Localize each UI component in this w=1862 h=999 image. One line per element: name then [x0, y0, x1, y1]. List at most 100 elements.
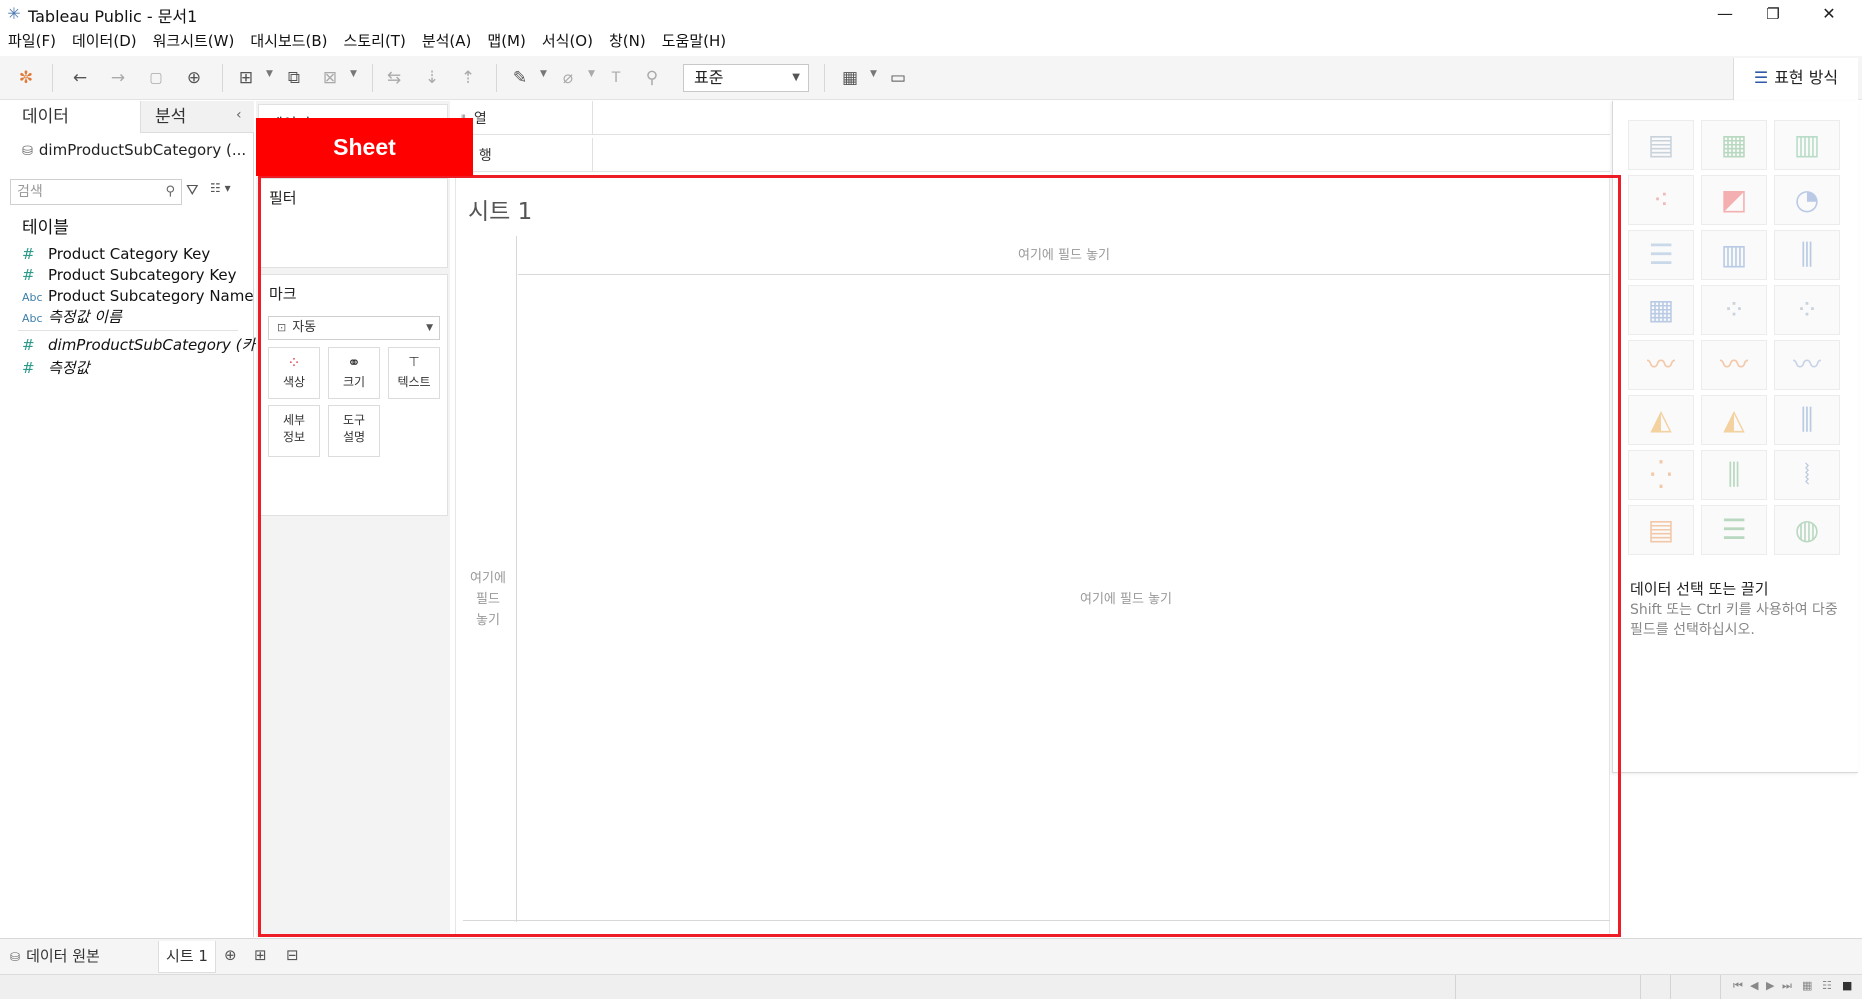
tab-data[interactable]: 데이터: [0, 101, 140, 133]
menu-story[interactable]: 스토리(T): [336, 28, 414, 54]
show-tabs-icon[interactable]: ■: [1842, 979, 1852, 992]
field-name: 측정값 이름: [48, 308, 122, 326]
chevron-down-icon[interactable]: ▼: [540, 69, 547, 79]
show-sheet-sorter-icon[interactable]: ☷: [1822, 979, 1832, 992]
new-worksheet-icon[interactable]: ⊞: [234, 67, 258, 89]
fix-axes-icon[interactable]: ⚲: [640, 67, 664, 89]
chart-type-filled-map-icon[interactable]: ◩: [1701, 175, 1767, 225]
undo-icon[interactable]: ←: [68, 67, 92, 89]
window-title: Tableau Public - 문서1: [28, 7, 198, 26]
show-filmstrip-icon[interactable]: ▦: [1802, 979, 1812, 992]
new-dashboard-icon[interactable]: ⊞: [254, 946, 267, 964]
chart-type-discrete-lines-icon[interactable]: 〰: [1701, 340, 1767, 390]
menu-analysis[interactable]: 분석(A): [414, 28, 480, 54]
chart-type-packed-bubbles-icon[interactable]: ◍: [1774, 505, 1840, 555]
new-worksheet-icon[interactable]: ⊕: [224, 946, 237, 964]
menu-map[interactable]: 맵(M): [479, 28, 533, 54]
chart-type-highlight-table-icon[interactable]: ▥: [1774, 120, 1840, 170]
rows-label-text: 행: [478, 148, 492, 164]
chevron-down-icon[interactable]: ▼: [266, 69, 273, 79]
menu-format[interactable]: 서식(O): [534, 28, 601, 54]
chart-type-bullet-graph-icon[interactable]: ☰: [1701, 505, 1767, 555]
chevron-down-icon[interactable]: ▼: [588, 69, 595, 79]
status-divider: [1640, 975, 1641, 999]
next-sheet-icon[interactable]: ▶: [1766, 979, 1774, 992]
search-input[interactable]: 검색 ⚲: [10, 179, 182, 205]
fit-select-value: 표준: [694, 68, 724, 87]
sort-ascending-icon[interactable]: ⇣: [420, 67, 444, 89]
toolbar-divider: [52, 64, 53, 92]
toolbar: ✼ ← → ▢ ⊕ ⊞ ▼ ⧉ ⊠ ▼ ⇆ ⇣ ⇡ ✎ ▼ ⌀ ▼ T ⚲ 표준…: [0, 56, 1862, 100]
chart-type-horizontal-bars-icon[interactable]: ☰: [1628, 230, 1694, 280]
duplicate-sheet-icon[interactable]: ⧉: [282, 67, 306, 89]
highlight-icon[interactable]: ✎: [508, 67, 532, 89]
chart-type-dual-lines-icon[interactable]: 〰: [1774, 340, 1840, 390]
chart-type-box-and-whisker-icon[interactable]: ⦚: [1774, 450, 1840, 500]
field-item[interactable]: # dimProductSubCategory (카...: [22, 333, 270, 357]
menu-file[interactable]: 파일(F): [0, 28, 64, 54]
chart-type-side-by-side-bars-icon[interactable]: ⫼: [1774, 230, 1840, 280]
new-datasource-icon[interactable]: ⊕: [182, 67, 206, 89]
minimize-button[interactable]: —: [1702, 0, 1748, 28]
swap-rows-columns-icon[interactable]: ⇆: [382, 67, 406, 89]
field-name: Product Subcategory Name: [48, 287, 254, 305]
view-options-icon[interactable]: ☷ ▾: [210, 181, 231, 195]
show-me-hint: Shift 또는 Ctrl 키를 사용하여 다중 필드를 선택하십시오.: [1630, 602, 1838, 638]
field-item[interactable]: # 측정값: [22, 356, 89, 380]
fit-select[interactable]: 표준 ▼: [683, 64, 809, 92]
field-item[interactable]: Abc 측정값 이름: [22, 305, 122, 329]
redo-icon[interactable]: →: [106, 67, 130, 89]
last-sheet-icon[interactable]: ⏭: [1782, 979, 1792, 993]
chart-type-dual-combination-icon[interactable]: ⫼: [1774, 395, 1840, 445]
chart-type-continuous-lines-icon[interactable]: 〰: [1628, 340, 1694, 390]
chevron-down-icon[interactable]: ▼: [870, 69, 877, 79]
search-icon: ⚲: [165, 184, 175, 199]
group-members-icon[interactable]: ⌀: [556, 67, 580, 89]
chart-type-histogram-icon[interactable]: ⫼: [1701, 450, 1767, 500]
chevron-down-icon[interactable]: ▼: [350, 69, 357, 79]
tables-heading: 테이블: [22, 218, 69, 238]
sheet-annotation-label: Sheet: [256, 118, 473, 176]
presentation-mode-icon[interactable]: ▭: [886, 67, 910, 89]
columns-shelf[interactable]: ⦀열: [455, 101, 1610, 135]
filter-icon[interactable]: ⛛: [186, 181, 199, 199]
menu-data[interactable]: 데이터(D): [64, 28, 145, 54]
chart-type-treemap-icon[interactable]: ▦: [1628, 285, 1694, 335]
menu-worksheet[interactable]: 워크시트(W): [145, 28, 243, 54]
show-me-label: 표현 방식: [1774, 68, 1839, 87]
collapse-pane-icon[interactable]: ‹: [236, 107, 242, 123]
previous-sheet-icon[interactable]: ◀: [1750, 979, 1758, 992]
tab-sheet-1[interactable]: 시트 1: [158, 941, 216, 973]
clear-sheet-icon[interactable]: ⊠: [318, 67, 342, 89]
chart-type-scatter-plot-icon[interactable]: ⁛: [1628, 450, 1694, 500]
sort-descending-icon[interactable]: ⇡: [456, 67, 480, 89]
toolbar-divider: [222, 64, 223, 92]
chart-type-pie-chart-icon[interactable]: ◔: [1774, 175, 1840, 225]
chart-type-area-continuous-icon[interactable]: ◭: [1628, 395, 1694, 445]
close-button[interactable]: ✕: [1806, 0, 1852, 28]
tableau-start-icon[interactable]: ✼: [14, 67, 38, 89]
restore-button[interactable]: ❐: [1750, 0, 1796, 28]
chart-type-circle-view-icon[interactable]: ⁘: [1701, 285, 1767, 335]
rows-shelf[interactable]: ☰행: [455, 138, 1610, 172]
chart-type-heat-map-icon[interactable]: ▦: [1701, 120, 1767, 170]
sheet-tabs-bar: [0, 938, 1862, 974]
chart-type-side-by-side-circles-icon[interactable]: ⁘: [1774, 285, 1840, 335]
chart-type-symbol-map-icon[interactable]: ⁖: [1628, 175, 1694, 225]
first-sheet-icon[interactable]: ⏮: [1733, 979, 1743, 993]
chart-type-gantt-chart-icon[interactable]: ▤: [1628, 505, 1694, 555]
chart-type-area-discrete-icon[interactable]: ◭: [1701, 395, 1767, 445]
show-cards-icon[interactable]: ▦: [838, 67, 862, 89]
show-mark-labels-icon[interactable]: T: [604, 67, 628, 89]
show-me-button[interactable]: ☰ 표현 방식: [1733, 58, 1858, 100]
save-icon[interactable]: ▢: [144, 67, 168, 89]
menu-window[interactable]: 창(N): [601, 28, 654, 54]
new-story-icon[interactable]: ⊟: [286, 946, 299, 964]
chart-type-text-table-icon[interactable]: ▤: [1628, 120, 1694, 170]
datasource-item[interactable]: ⛁ dimProductSubCategory (...: [22, 141, 246, 159]
chart-type-stacked-bars-icon[interactable]: ▥: [1701, 230, 1767, 280]
status-divider: [1670, 975, 1671, 999]
menu-help[interactable]: 도움말(H): [654, 28, 734, 54]
tab-data-source[interactable]: ⛁ 데이터 원본: [10, 945, 100, 966]
menu-dashboard[interactable]: 대시보드(B): [242, 28, 335, 54]
